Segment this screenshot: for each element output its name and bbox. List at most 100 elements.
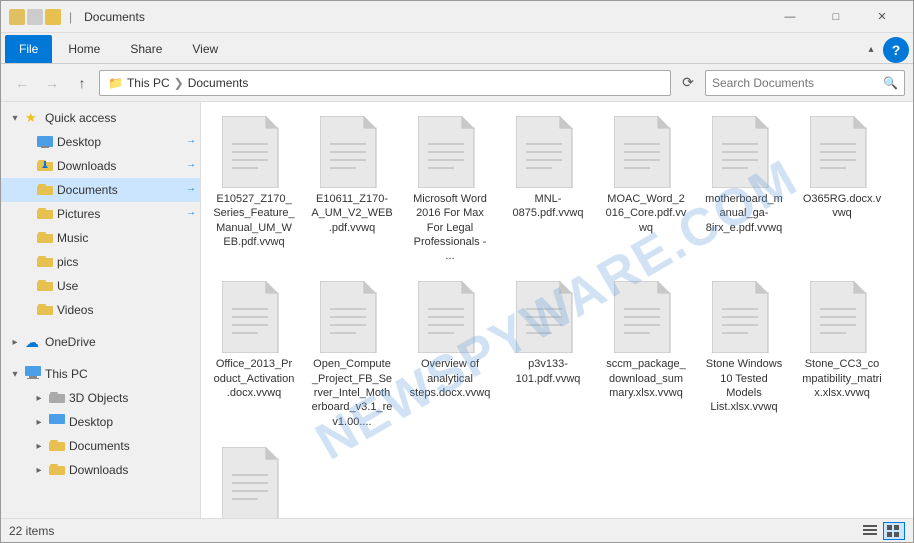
file-item[interactable]: MOAC_Word_2016_Core.pdf.vvwq (601, 110, 691, 267)
view-controls (859, 522, 905, 540)
file-icon (614, 281, 678, 353)
title-icon-2 (27, 9, 43, 25)
file-name: Microsoft Word 2016 For Max For Legal Pr… (409, 192, 491, 263)
grid-view-button[interactable] (883, 522, 905, 540)
file-icon (222, 281, 286, 353)
sidebar-item-desktop[interactable]: Desktop → (1, 130, 200, 154)
file-item[interactable]: O365RG.docx.vvwq (797, 110, 887, 267)
file-icon (810, 281, 874, 353)
quick-access-section: ▾ ★ Quick access Desktop → (1, 102, 200, 326)
sidebar-item-music[interactable]: Music (1, 226, 200, 250)
tab-view[interactable]: View (178, 35, 232, 63)
file-name: MOAC_Word_2016_Core.pdf.vvwq (605, 192, 687, 235)
ribbon-tabs: File Home Share View ▴ ? (1, 33, 913, 63)
file-item[interactable]: p3v133-101.pdf.vvwq (503, 275, 593, 432)
tab-home[interactable]: Home (54, 35, 114, 63)
sidebar-pics-label: pics (57, 255, 200, 269)
file-icon (418, 281, 482, 353)
sidebar-item-downloads[interactable]: Downloads → (1, 154, 200, 178)
refresh-button[interactable]: ⟳ (675, 70, 701, 96)
up-button[interactable]: ↑ (69, 70, 95, 96)
file-item[interactable]: Stone_CC3_compatibility_matrix.xlsx.vvwq (797, 275, 887, 432)
file-name: Open_Compute_Project_FB_Server_Intel_Mot… (311, 357, 393, 428)
file-item[interactable]: User Manual IV32.pdf.vvwq (209, 441, 299, 518)
close-button[interactable]: ✕ (859, 1, 905, 33)
ribbon: File Home Share View ▴ ? (1, 33, 913, 64)
file-name: sccm_package_download_summary.xlsx.vvwq (605, 357, 687, 400)
file-item[interactable]: Office_2013_Product_Activation.docx.vvwq (209, 275, 299, 432)
ribbon-collapse-icon[interactable]: ▴ (861, 35, 881, 63)
search-input[interactable] (712, 76, 879, 90)
sidebar-desktop-label: Desktop (57, 135, 182, 149)
sidebar-downloads-label: Downloads (57, 159, 182, 173)
file-icon (222, 116, 286, 188)
file-name: E10611_Z170-A_UM_V2_WEB.pdf.vvwq (311, 192, 393, 235)
file-item[interactable]: Open_Compute_Project_FB_Server_Intel_Mot… (307, 275, 397, 432)
file-name: O365RG.docx.vvwq (801, 192, 883, 221)
sidebar-item-videos[interactable]: Videos (1, 298, 200, 322)
file-name: p3v133-101.pdf.vvwq (507, 357, 589, 386)
sidebar-onedrive-label: OneDrive (45, 335, 200, 349)
expand-arrow-icon: ▾ (9, 113, 21, 124)
status-bar: 22 items (1, 518, 913, 542)
sidebar-this-pc[interactable]: ▾ This PC (1, 362, 200, 386)
file-item[interactable]: Stone Windows 10 Tested Models List.xlsx… (699, 275, 789, 432)
file-item[interactable]: motherboard_manual_ga-8irx_e.pdf.vvwq (699, 110, 789, 267)
path-this-pc: This PC (127, 76, 170, 90)
item-count: 22 items (9, 524, 54, 538)
list-view-button[interactable] (859, 522, 881, 540)
tab-share[interactable]: Share (116, 35, 176, 63)
minimize-button[interactable]: — (767, 1, 813, 33)
sidebar-desktop-pc[interactable]: ▸ Desktop (1, 410, 200, 434)
help-button[interactable]: ? (883, 37, 909, 63)
file-icon (516, 281, 580, 353)
sidebar-3d-objects-label: 3D Objects (69, 391, 200, 405)
sidebar-this-pc-label: This PC (45, 367, 200, 381)
sidebar-onedrive[interactable]: ▸ ☁ OneDrive (1, 330, 200, 354)
title-bar-icons: | (9, 9, 76, 25)
sidebar-3d-objects[interactable]: ▸ 3D Objects (1, 386, 200, 410)
sidebar-desktop-pc-label: Desktop (69, 415, 200, 429)
pin-icon-downloads: → (186, 159, 200, 173)
star-icon: ★ (25, 110, 41, 126)
sidebar-quick-access[interactable]: ▾ ★ Quick access (1, 106, 200, 130)
file-icon (320, 281, 384, 353)
tab-file[interactable]: File (5, 35, 52, 63)
address-path[interactable]: 📁 This PC ❯ Documents (99, 70, 671, 96)
sidebar-pictures-label: Pictures (57, 207, 182, 221)
main-area: ▾ ★ Quick access Desktop → (1, 102, 913, 518)
forward-button[interactable]: → (39, 70, 65, 96)
file-item[interactable]: Microsoft Word 2016 For Max For Legal Pr… (405, 110, 495, 267)
file-icon (614, 116, 678, 188)
file-name: motherboard_manual_ga-8irx_e.pdf.vvwq (703, 192, 785, 235)
sidebar-item-pictures[interactable]: Pictures → (1, 202, 200, 226)
sidebar-use-label: Use (57, 279, 200, 293)
sidebar-documents-pc[interactable]: ▸ Documents (1, 434, 200, 458)
file-name: MNL-0875.pdf.vvwq (507, 192, 589, 221)
file-item[interactable]: Overview of analytical steps.docx.vvwq (405, 275, 495, 432)
search-box[interactable]: 🔍 (705, 70, 905, 96)
path-documents: Documents (188, 76, 249, 90)
sidebar-music-label: Music (57, 231, 200, 245)
file-item[interactable]: MNL-0875.pdf.vvwq (503, 110, 593, 267)
sidebar-item-pics[interactable]: pics (1, 250, 200, 274)
file-item[interactable]: E10611_Z170-A_UM_V2_WEB.pdf.vvwq (307, 110, 397, 267)
back-button[interactable]: ← (9, 70, 35, 96)
sidebar-downloads-pc[interactable]: ▸ Downloads (1, 458, 200, 482)
sidebar-item-documents[interactable]: Documents → (1, 178, 200, 202)
file-item[interactable]: E10527_Z170_Series_Feature_Manual_UM_WEB… (209, 110, 299, 267)
address-bar: ← → ↑ 📁 This PC ❯ Documents ⟳ 🔍 (1, 64, 913, 102)
sidebar-item-use[interactable]: Use (1, 274, 200, 298)
pin-icon-documents: → (186, 183, 200, 197)
file-grid: NEWSPYWARE.COM E10527_Z170_Series_Featur… (201, 102, 913, 518)
title-icon-1 (9, 9, 25, 25)
maximize-button[interactable]: □ (813, 1, 859, 33)
pin-icon-pictures: → (186, 207, 200, 221)
file-name: E10527_Z170_Series_Feature_Manual_UM_WEB… (213, 192, 295, 249)
file-icon (320, 116, 384, 188)
this-pc-section: ▾ This PC ▸ 3D Objects ▸ (1, 358, 200, 486)
file-item[interactable]: sccm_package_download_summary.xlsx.vvwq (601, 275, 691, 432)
sidebar-videos-label: Videos (57, 303, 200, 317)
title-icon-3 (45, 9, 61, 25)
file-icon (222, 447, 286, 518)
